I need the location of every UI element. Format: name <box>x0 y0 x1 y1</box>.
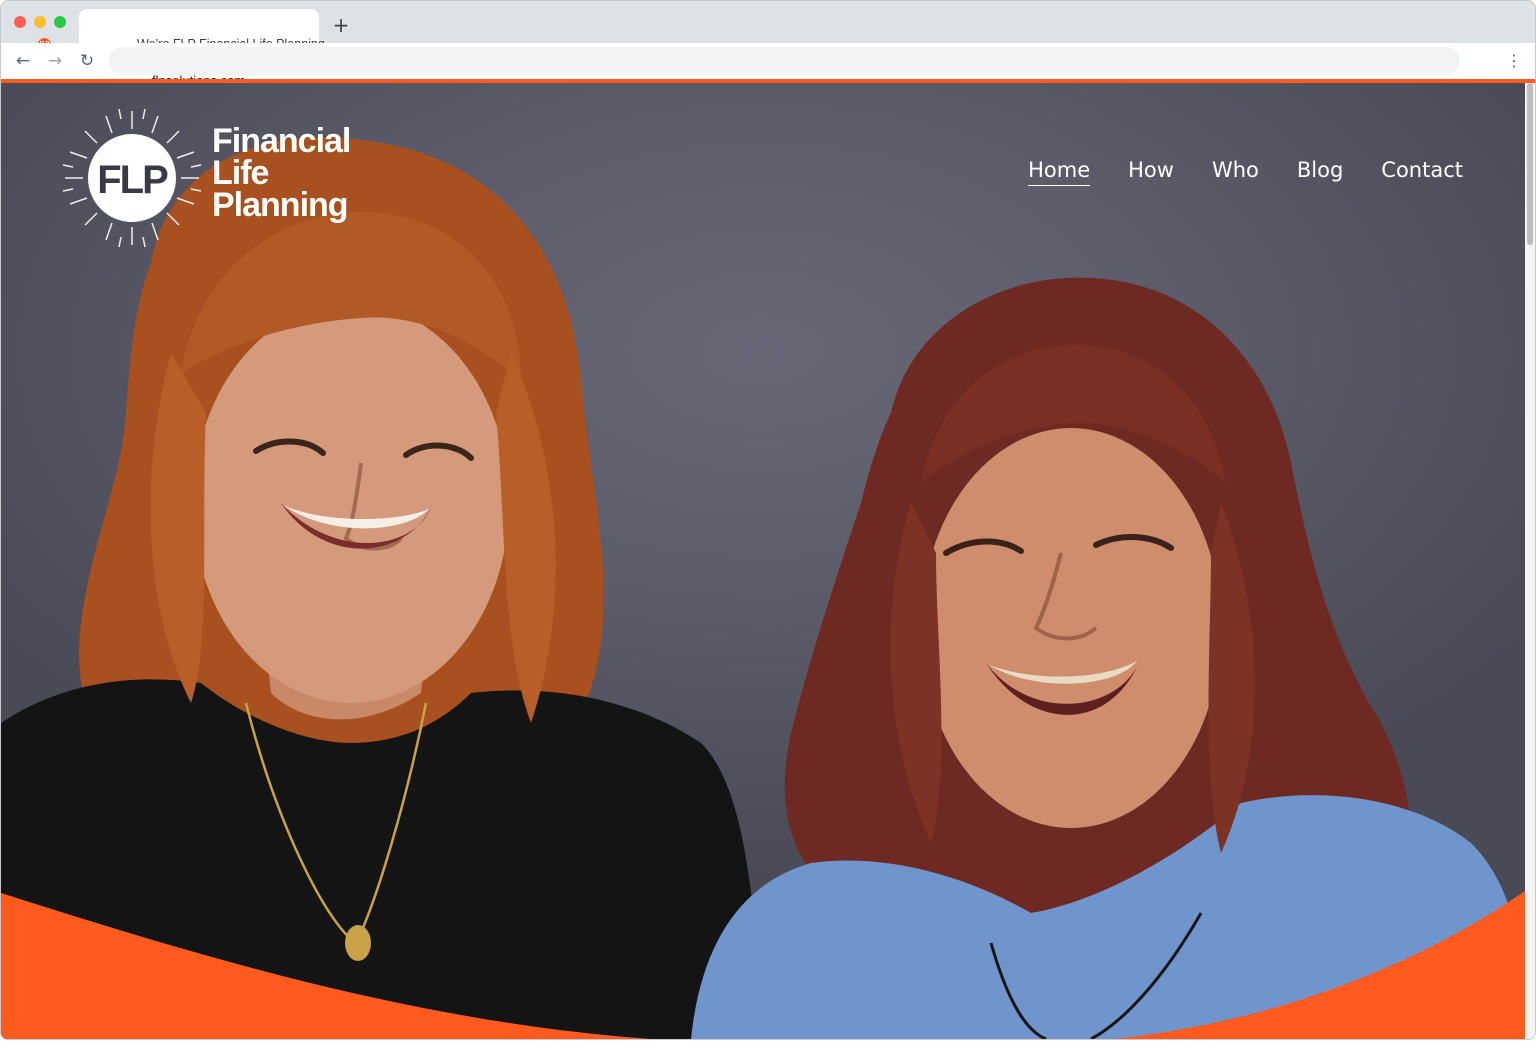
top-accent-bar <box>1 79 1535 83</box>
logo-monogram: FLP <box>97 158 168 202</box>
nav-contact[interactable]: Contact <box>1381 158 1463 186</box>
new-tab-button[interactable]: + <box>331 13 351 37</box>
logo-line-3: Planning <box>212 186 349 224</box>
nav-blog[interactable]: Blog <box>1297 158 1343 186</box>
forward-button[interactable]: → <box>44 50 66 72</box>
left-person-face <box>193 303 509 703</box>
site-logo[interactable]: FLP Financial Life Planning <box>61 107 381 248</box>
logo-wordmark: Financial Life Planning <box>212 122 351 224</box>
back-button[interactable]: ← <box>12 50 34 72</box>
left-person-pendant <box>345 925 371 961</box>
close-window-button[interactable] <box>14 16 26 28</box>
zoom-window-button[interactable] <box>54 16 66 28</box>
right-person-face <box>921 428 1221 828</box>
scrollbar-thumb[interactable] <box>1527 83 1533 245</box>
minimize-window-button[interactable] <box>34 16 46 28</box>
logo-line-1: Financial <box>212 122 351 160</box>
nav-home[interactable]: Home <box>1028 158 1091 186</box>
more-vert-icon[interactable]: ⋮ <box>1505 50 1523 72</box>
main-nav: Home How Who Blog Contact <box>1028 158 1463 186</box>
browser-window: FLP We’re FLP Financial Life Planning + … <box>0 0 1536 1040</box>
reload-button[interactable]: ↻ <box>76 50 98 72</box>
hero-section: FLP Financial Life Planning Home How Who… <box>1 83 1525 1039</box>
address-bar[interactable] <box>109 47 1460 75</box>
nav-how[interactable]: How <box>1128 158 1174 186</box>
nav-who[interactable]: Who <box>1212 158 1259 186</box>
logo-line-2: Life <box>212 154 269 192</box>
page-viewport: FLP Financial Life Planning Home How Who… <box>1 79 1535 1039</box>
sunburst-logo-icon: FLP <box>62 108 202 248</box>
